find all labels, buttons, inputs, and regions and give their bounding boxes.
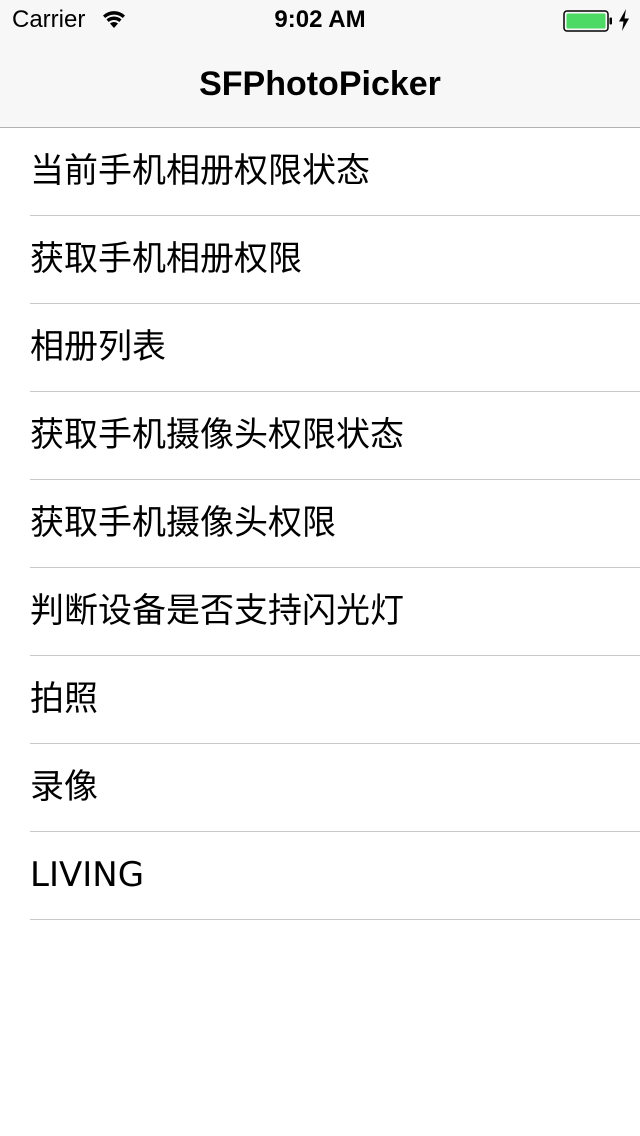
table-row[interactable]: 获取手机摄像头权限 [0, 480, 640, 568]
table-row[interactable]: 录像 [0, 744, 640, 832]
row-label: LIVING [30, 855, 145, 895]
table-row[interactable]: LIVING [0, 832, 640, 920]
table-row[interactable]: 获取手机摄像头权限状态 [0, 392, 640, 480]
app-screen: Carrier 9:02 AM SFPhotoPicker 当前手机相册权限状态 [0, 0, 640, 1136]
table-row[interactable]: 相册列表 [0, 304, 640, 392]
table-row[interactable]: 判断设备是否支持闪光灯 [0, 568, 640, 656]
page-title: SFPhotoPicker [199, 65, 441, 103]
row-label: 当前手机相册权限状态 [30, 151, 370, 191]
row-label: 获取手机相册权限 [30, 239, 302, 279]
row-label: 相册列表 [30, 327, 166, 367]
row-label: 拍照 [30, 679, 98, 719]
row-label: 录像 [30, 767, 98, 807]
clock-time: 9:02 AM [274, 6, 366, 33]
navigation-bar: Carrier 9:02 AM SFPhotoPicker [0, 0, 640, 128]
charging-bolt-icon [619, 9, 629, 31]
table-row[interactable]: 拍照 [0, 656, 640, 744]
table-row[interactable]: 当前手机相册权限状态 [0, 128, 640, 216]
row-label: 判断设备是否支持闪光灯 [30, 591, 404, 631]
options-table: 当前手机相册权限状态 获取手机相册权限 相册列表 获取手机摄像头权限状态 获取手… [0, 128, 640, 920]
table-row[interactable]: 获取手机相册权限 [0, 216, 640, 304]
battery-icon [563, 10, 612, 32]
row-label: 获取手机摄像头权限 [30, 503, 336, 543]
row-label: 获取手机摄像头权限状态 [30, 415, 404, 455]
row-separator [30, 919, 640, 920]
status-bar: Carrier 9:02 AM [0, 0, 640, 40]
